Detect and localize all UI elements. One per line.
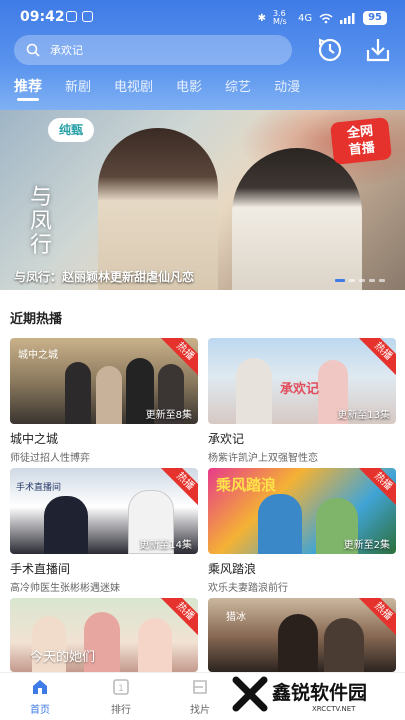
episode-update: 更新至2集: [343, 540, 390, 551]
thumb-title-art: 乘风踏浪: [216, 476, 277, 494]
thumb-figure: [236, 358, 272, 424]
drama-title: 手术直播间: [10, 562, 71, 576]
drama-thumbnail: 城中之城 热播 更新至8集: [10, 338, 198, 424]
nav-home[interactable]: 首页: [20, 679, 60, 716]
drama-thumbnail: 今天的她们 热播: [10, 598, 198, 672]
download-icon: [366, 39, 390, 62]
download-button[interactable]: [364, 36, 392, 64]
drama-subtitle: 师徒过招人性博弈: [10, 453, 90, 464]
status-time: 09:42: [20, 9, 65, 25]
banner-art-actress: [98, 128, 218, 290]
banner-caption: 与凤行：赵丽颖林更新甜虐仙凡恋: [14, 270, 195, 284]
signal-label: 4G: [297, 12, 313, 24]
hot-badge: 热播: [358, 338, 396, 376]
drama-title: 乘风踏浪: [208, 562, 257, 576]
drama-card[interactable]: 猎冰 热播: [208, 598, 396, 672]
cell-signal-icon: [340, 12, 355, 24]
battery-indicator: 95: [363, 11, 387, 25]
status-bar: 09:42 ✱ 3.6 M/s 4G 95: [0, 0, 405, 34]
tab-recommend[interactable]: 推荐: [14, 76, 42, 96]
thumb-figure: [258, 494, 302, 554]
thumb-figure: [278, 614, 318, 672]
premiere-badge: 全网 首播: [329, 117, 393, 165]
svg-text:1: 1: [118, 684, 124, 694]
active-tab-indicator: [17, 98, 39, 101]
drama-subtitle: 高冷帅医生张彬彬遇迷妹: [10, 583, 120, 594]
drama-card[interactable]: 城中之城 热播 更新至8集 城中之城 师徒过招人性博弈: [10, 338, 198, 464]
drama-card[interactable]: 乘风踏浪 热播 更新至2集 乘风踏浪 欢乐夫妻踏浪前行: [208, 468, 396, 594]
drama-thumbnail: 承欢记 热播 更新至13集: [208, 338, 396, 424]
hero-banner[interactable]: 纯甄 全网 首播 与凤行 与凤行：赵丽颖林更新甜虐仙凡恋: [0, 110, 405, 290]
drama-title: 承欢记: [208, 432, 245, 446]
section-title: 近期热播: [10, 312, 63, 327]
tab-new-drama[interactable]: 新剧: [65, 76, 91, 96]
thumb-figure: [96, 366, 122, 424]
tab-movie[interactable]: 电影: [176, 76, 202, 96]
drama-thumbnail: 手术直播间 热播 更新至14集: [10, 468, 198, 554]
episode-update: 更新至14集: [139, 540, 192, 551]
tab-tv-series[interactable]: 电视剧: [114, 76, 153, 96]
search-placeholder: 承欢记: [50, 44, 83, 57]
app-notification-icon: [82, 11, 93, 22]
history-button[interactable]: [316, 36, 344, 64]
thumb-title-art: 城中之城: [18, 350, 58, 361]
search-bar[interactable]: 承欢记: [14, 35, 292, 65]
hot-badge: 热播: [358, 468, 396, 506]
carousel-dot: [359, 279, 365, 282]
watermark: 鑫锐软件园 XRCCTV.NET: [226, 672, 405, 720]
thumb-figure: [324, 618, 364, 672]
banner-title-art: 与凤行: [30, 185, 53, 258]
carousel-dot: [369, 279, 375, 282]
carousel-dot: [379, 279, 385, 282]
drama-subtitle: 杨紫许凯沪上双强智性恋: [208, 453, 318, 464]
tab-anime[interactable]: 动漫: [274, 76, 300, 96]
history-icon: [318, 38, 342, 62]
banner-art-actor: [232, 148, 362, 290]
drama-subtitle: 欢乐夫妻踏浪前行: [208, 583, 288, 594]
nav-find[interactable]: 找片: [180, 679, 220, 716]
episode-update: 更新至13集: [337, 410, 390, 421]
tab-variety[interactable]: 综艺: [225, 76, 251, 96]
drama-card[interactable]: 手术直播间 热播 更新至14集 手术直播间 高冷帅医生张彬彬遇迷妹: [10, 468, 198, 594]
rank-icon: 1: [113, 679, 129, 695]
nav-label: 找片: [190, 705, 210, 716]
carousel-dots: [335, 279, 385, 282]
app-notification-icon: [66, 11, 77, 22]
drama-title: 城中之城: [10, 432, 59, 446]
nav-label: 首页: [30, 705, 50, 716]
find-icon: [193, 680, 207, 694]
thumb-figure: [65, 362, 91, 424]
drama-thumbnail: 乘风踏浪 热播 更新至2集: [208, 468, 396, 554]
thumb-figure: [44, 496, 88, 554]
bluetooth-icon: ✱: [257, 12, 266, 24]
category-tabs: 推荐 新剧 电视剧 电影 综艺 动漫: [14, 76, 323, 96]
nav-label: 排行: [111, 705, 131, 716]
watermark-text: 鑫锐软件园: [272, 682, 368, 704]
search-icon: [26, 43, 40, 57]
thumb-title-art: 手术直播间: [16, 483, 62, 493]
thumb-title-art: 今天的她们: [30, 650, 96, 665]
drama-card[interactable]: 承欢记 热播 更新至13集 承欢记 杨紫许凯沪上双强智性恋: [208, 338, 396, 464]
watermark-logo-icon: [232, 676, 268, 712]
thumb-title-art: 猎冰: [226, 612, 246, 623]
episode-update: 更新至8集: [145, 410, 192, 421]
status-notification-icons: [66, 11, 93, 22]
net-speed: 3.6 M/s: [272, 9, 287, 26]
wifi-icon: [319, 13, 333, 23]
thumb-title-art: 承欢记: [280, 382, 320, 397]
drama-card[interactable]: 今天的她们 热播: [10, 598, 198, 672]
nav-rank[interactable]: 1 排行: [101, 679, 141, 716]
carousel-dot-active: [335, 279, 345, 282]
sponsor-logo: 纯甄: [48, 118, 94, 142]
home-icon: [33, 680, 47, 694]
drama-thumbnail: 猎冰 热播: [208, 598, 396, 672]
status-right-icons: ✱ 3.6 M/s 4G 95: [258, 10, 387, 26]
watermark-url: XRCCTV.NET: [312, 705, 356, 713]
hot-badge: 热播: [358, 598, 396, 636]
thumb-figure: [138, 618, 172, 672]
carousel-dot: [349, 279, 355, 282]
